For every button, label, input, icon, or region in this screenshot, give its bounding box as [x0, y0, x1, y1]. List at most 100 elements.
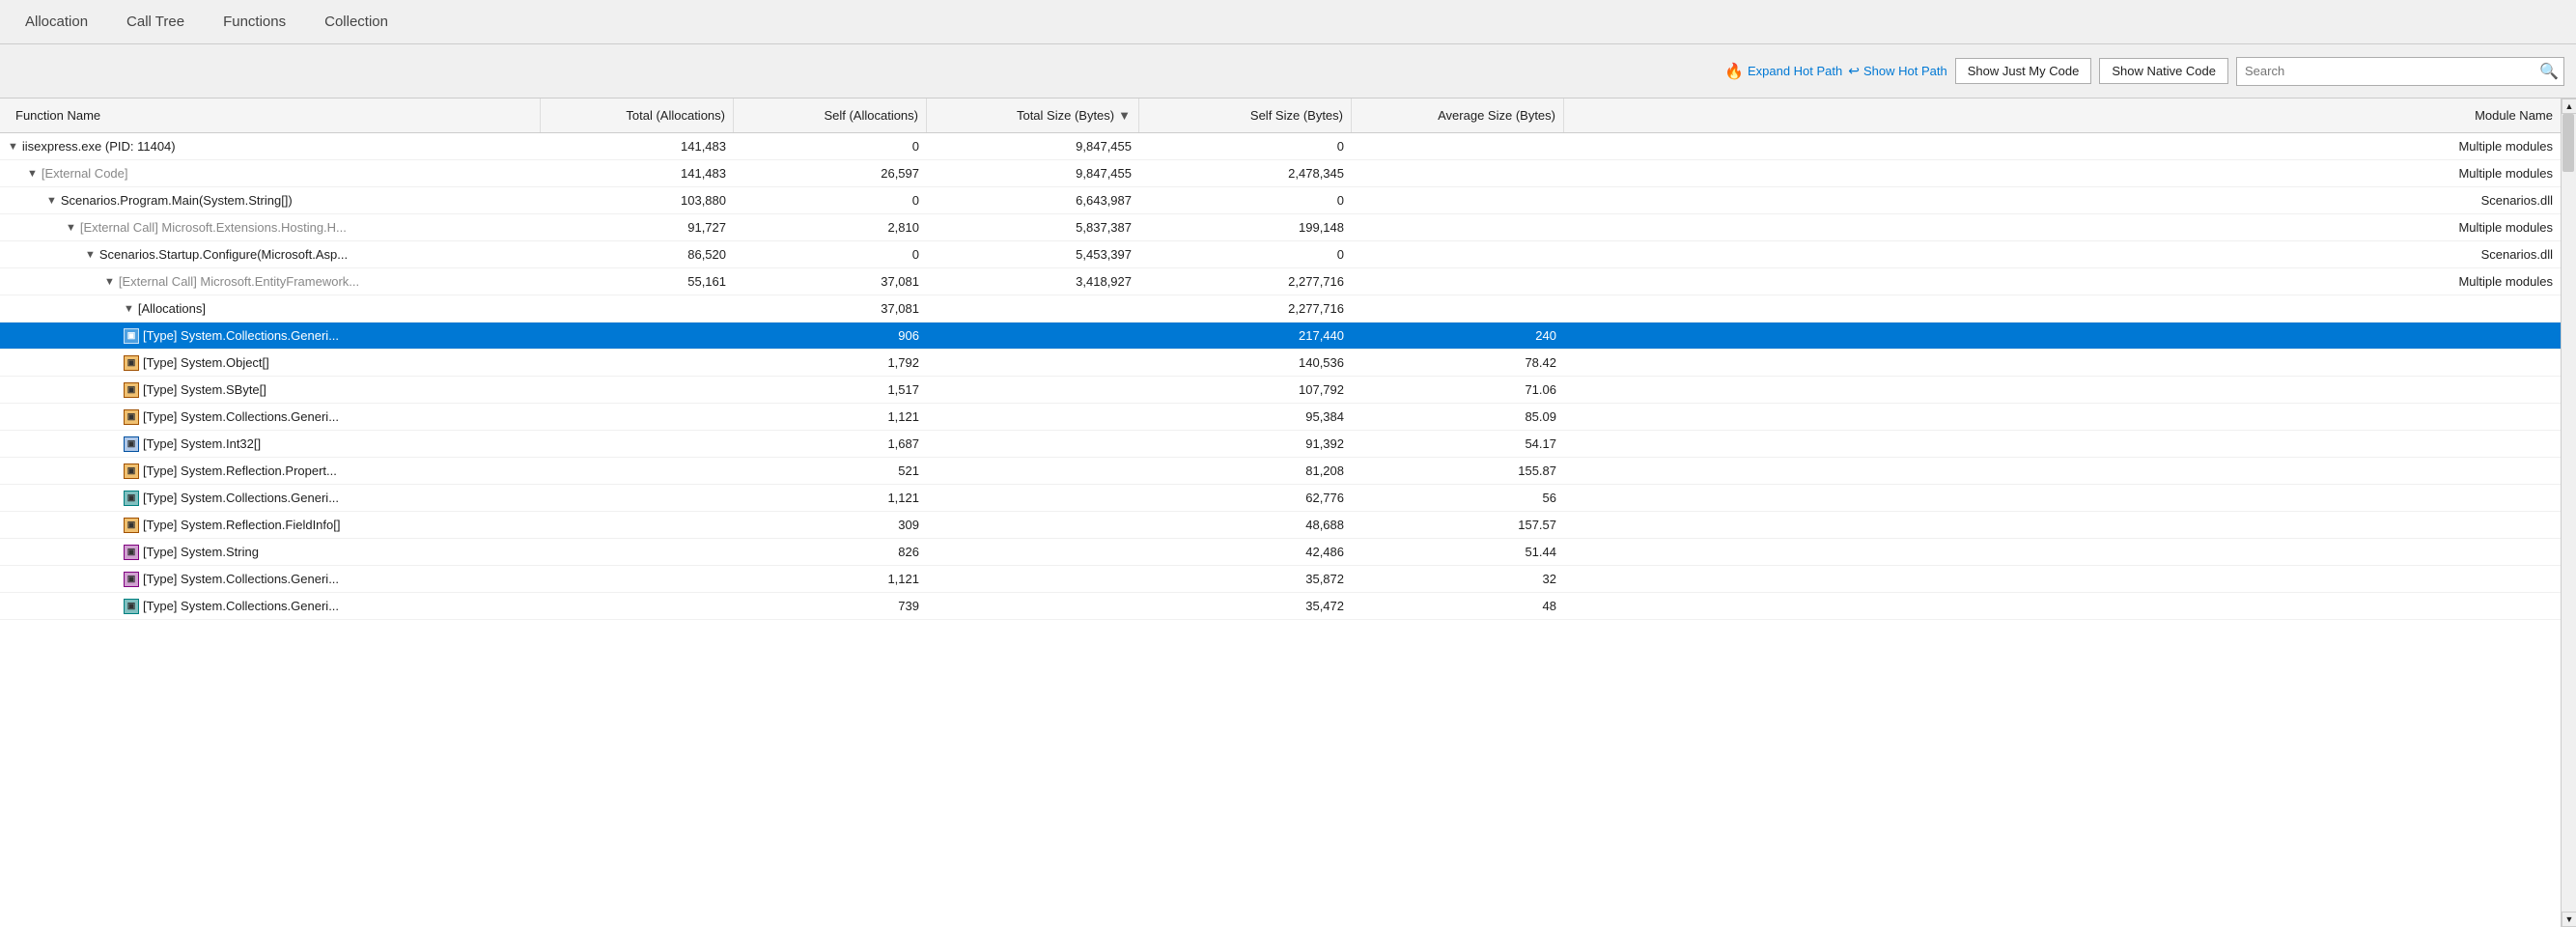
table-row[interactable]: ▣ [Type] System.Collections.Generi... 1,… [0, 566, 2561, 593]
cell-module: Scenarios.dll [1564, 187, 2561, 213]
cell-self-alloc: 26,597 [734, 160, 927, 186]
scroll-up-button[interactable]: ▲ [2562, 98, 2576, 114]
cell-module [1564, 431, 2561, 457]
cell-avg-size [1352, 214, 1564, 240]
col-function-name[interactable]: Function Name [0, 98, 541, 132]
cell-total-alloc: 103,880 [541, 187, 734, 213]
cell-name: ▼ iisexpress.exe (PID: 11404) [0, 133, 541, 159]
row-name: Scenarios.Startup.Configure(Microsoft.As… [99, 247, 348, 262]
cell-total-alloc [541, 566, 734, 592]
cell-avg-size [1352, 187, 1564, 213]
scroll-track[interactable] [2562, 114, 2576, 912]
col-self-size[interactable]: Self Size (Bytes) [1139, 98, 1352, 132]
cell-self-alloc: 1,121 [734, 485, 927, 511]
cell-avg-size [1352, 268, 1564, 295]
cell-total-size [927, 431, 1139, 457]
cell-avg-size: 56 [1352, 485, 1564, 511]
cell-self-alloc: 1,687 [734, 431, 927, 457]
cell-total-alloc [541, 404, 734, 430]
cell-name: ▣ [Type] System.Reflection.Propert... [0, 458, 541, 484]
cell-total-size: 9,847,455 [927, 133, 1139, 159]
cell-avg-size: 85.09 [1352, 404, 1564, 430]
cell-module: Multiple modules [1564, 268, 2561, 295]
cell-name: ▼ [Allocations] [0, 295, 541, 322]
show-native-code-button[interactable]: Show Native Code [2099, 58, 2228, 84]
cell-module [1564, 350, 2561, 376]
col-module-label: Module Name [2475, 108, 2553, 123]
search-icon-button[interactable]: 🔍 [2534, 57, 2563, 86]
table-row[interactable]: ▣ [Type] System.Reflection.FieldInfo[] 3… [0, 512, 2561, 539]
cell-self-size: 2,277,716 [1139, 268, 1352, 295]
col-total-size[interactable]: Total Size (Bytes) ▼ [927, 98, 1139, 132]
cell-self-size: 0 [1139, 187, 1352, 213]
table-row[interactable]: ▣ [Type] System.Reflection.Propert... 52… [0, 458, 2561, 485]
table-row[interactable]: ▣ [Type] System.Collections.Generi... 73… [0, 593, 2561, 620]
col-total-alloc[interactable]: Total (Allocations) [541, 98, 734, 132]
cell-self-alloc: 521 [734, 458, 927, 484]
cell-module [1564, 512, 2561, 538]
table-row[interactable]: ▼ [External Code] 141,483 26,597 9,847,4… [0, 160, 2561, 187]
cell-name: ▼ [External Code] [0, 160, 541, 186]
col-avg-size[interactable]: Average Size (Bytes) [1352, 98, 1564, 132]
tab-collection[interactable]: Collection [307, 0, 406, 43]
col-total-alloc-label: Total (Allocations) [626, 108, 725, 123]
row-name: [Type] System.String [143, 545, 259, 559]
cell-self-size: 95,384 [1139, 404, 1352, 430]
table-row[interactable]: ▣ [Type] System.Collections.Generi... 1,… [0, 485, 2561, 512]
col-self-alloc[interactable]: Self (Allocations) [734, 98, 927, 132]
cell-self-alloc: 37,081 [734, 295, 927, 322]
expand-icon: ▼ [8, 141, 18, 153]
cell-total-alloc [541, 512, 734, 538]
cell-avg-size [1352, 160, 1564, 186]
tab-call-tree[interactable]: Call Tree [109, 0, 202, 43]
table-row[interactable]: ▣ [Type] System.SByte[] 1,517 107,792 71… [0, 377, 2561, 404]
table-row[interactable]: ▼ Scenarios.Program.Main(System.String[]… [0, 187, 2561, 214]
show-just-my-code-button[interactable]: Show Just My Code [1955, 58, 2092, 84]
sort-down-icon: ▼ [1118, 108, 1131, 123]
tab-allocation[interactable]: Allocation [8, 0, 105, 43]
scroll-thumb[interactable] [2562, 114, 2574, 172]
cell-self-alloc: 0 [734, 241, 927, 267]
col-module[interactable]: Module Name [1564, 98, 2561, 132]
cell-module [1564, 566, 2561, 592]
cell-total-alloc [541, 593, 734, 619]
show-hot-path-link[interactable]: ↩ Show Hot Path [1848, 63, 1946, 79]
table-row[interactable]: ▼ [External Call] Microsoft.Extensions.H… [0, 214, 2561, 241]
cell-total-size: 6,643,987 [927, 187, 1139, 213]
cell-name: ▼ [External Call] Microsoft.Extensions.H… [0, 214, 541, 240]
table-row[interactable]: ▼ [External Call] Microsoft.EntityFramew… [0, 268, 2561, 295]
cell-name: ▼ Scenarios.Startup.Configure(Microsoft.… [0, 241, 541, 267]
col-self-size-label: Self Size (Bytes) [1250, 108, 1343, 123]
type-icon: ▣ [124, 491, 139, 506]
table-body: ▼ iisexpress.exe (PID: 11404) 141,483 0 … [0, 133, 2561, 927]
expand-icon: ▼ [66, 222, 76, 234]
cell-total-size [927, 539, 1139, 565]
scroll-down-button[interactable]: ▼ [2562, 912, 2576, 927]
row-name: [Type] System.Reflection.Propert... [143, 464, 337, 478]
cell-self-size: 42,486 [1139, 539, 1352, 565]
table-row[interactable]: ▼ iisexpress.exe (PID: 11404) 141,483 0 … [0, 133, 2561, 160]
table-row[interactable]: ▼ [Allocations] 37,081 2,277,716 [0, 295, 2561, 323]
table-row[interactable]: ▣ [Type] System.Collections.Generi... 90… [0, 323, 2561, 350]
expand-hot-path-label: Expand Hot Path [1748, 64, 1842, 78]
cell-total-size [927, 350, 1139, 376]
cell-avg-size: 78.42 [1352, 350, 1564, 376]
tab-functions[interactable]: Functions [206, 0, 303, 43]
search-input[interactable] [2237, 60, 2534, 82]
nav-tabs: Allocation Call Tree Functions Collectio… [0, 0, 2576, 44]
table-row[interactable]: ▼ Scenarios.Startup.Configure(Microsoft.… [0, 241, 2561, 268]
table-row[interactable]: ▣ [Type] System.Collections.Generi... 1,… [0, 404, 2561, 431]
expand-hot-path-link[interactable]: 🔥 Expand Hot Path [1724, 62, 1842, 81]
table-row[interactable]: ▣ [Type] System.Int32[] 1,687 91,392 54.… [0, 431, 2561, 458]
cell-name: ▣ [Type] System.Collections.Generi... [0, 566, 541, 592]
col-avg-size-label: Average Size (Bytes) [1438, 108, 1555, 123]
table-container: Function Name Total (Allocations) Self (… [0, 98, 2561, 927]
vertical-scrollbar[interactable]: ▲ ▼ [2561, 98, 2576, 927]
cell-self-alloc: 1,121 [734, 566, 927, 592]
table-row[interactable]: ▣ [Type] System.Object[] 1,792 140,536 7… [0, 350, 2561, 377]
cell-module [1564, 593, 2561, 619]
search-box[interactable]: 🔍 [2236, 57, 2564, 86]
flame-icon: 🔥 [1724, 62, 1744, 81]
type-icon: ▣ [124, 382, 139, 398]
table-row[interactable]: ▣ [Type] System.String 826 42,486 51.44 [0, 539, 2561, 566]
